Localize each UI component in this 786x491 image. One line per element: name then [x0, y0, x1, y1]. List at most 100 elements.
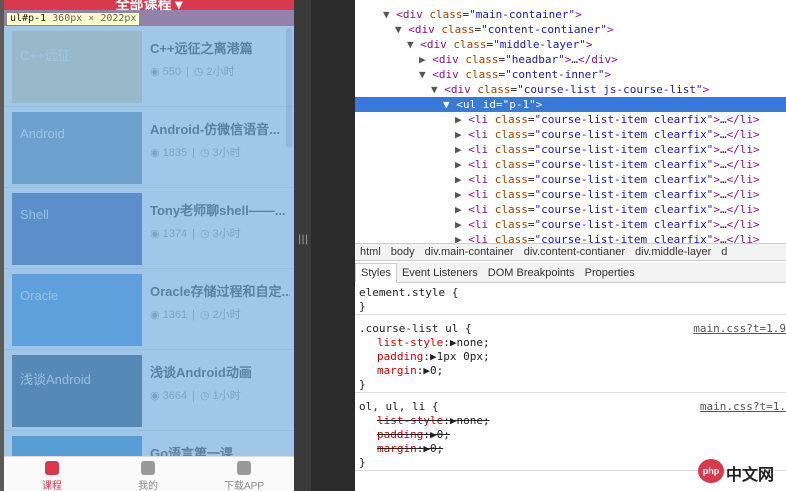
- course-title[interactable]: Android-仿微信语音...: [150, 119, 290, 138]
- css-property[interactable]: list-style:▶none;: [355, 414, 786, 428]
- dom-node[interactable]: ▼ <div class="content-contianer">: [355, 22, 786, 37]
- expanded-triangle-icon[interactable]: ▼: [431, 83, 444, 96]
- css-property-value[interactable]: 0;: [430, 442, 443, 455]
- css-property[interactable]: margin:▶0;: [355, 442, 786, 456]
- css-property[interactable]: padding:▶1px 0px;: [355, 350, 786, 364]
- expanded-triangle-icon[interactable]: ▼: [443, 98, 456, 111]
- clock-icon: ◷: [200, 228, 213, 240]
- dom-node[interactable]: ▶ <li class="course-list-item clearfix">…: [355, 202, 786, 217]
- css-selector[interactable]: ol, ul, li {: [359, 400, 438, 413]
- dom-node[interactable]: ▶ <li class="course-list-item clearfix">…: [355, 232, 786, 243]
- expand-triangle-icon[interactable]: ▶: [423, 364, 430, 377]
- expand-triangle-icon[interactable]: ▶: [430, 428, 437, 441]
- tab-styles[interactable]: Styles: [355, 263, 397, 283]
- css-source-link[interactable]: main.css?t=1.: [700, 400, 786, 414]
- course-thumbnail[interactable]: C++远征: [12, 31, 142, 103]
- css-selector[interactable]: element.style {: [359, 286, 458, 299]
- css-property-value[interactable]: 0;: [437, 428, 450, 441]
- book-icon: [45, 461, 59, 475]
- collapsed-triangle-icon[interactable]: ▶: [455, 203, 468, 216]
- tab-event-listeners[interactable]: Event Listeners: [397, 264, 483, 282]
- css-property-name[interactable]: padding: [377, 428, 423, 441]
- css-property-name[interactable]: margin: [377, 442, 417, 455]
- css-property-value[interactable]: none;: [456, 414, 489, 427]
- dom-node[interactable]: ▼ <div class="course-list js-course-list…: [355, 82, 786, 97]
- course-title[interactable]: Oracle存储过程和自定...: [150, 281, 290, 300]
- course-title[interactable]: C++远征之离港篇: [150, 38, 290, 57]
- user-icon: ◉: [150, 147, 163, 159]
- breadcrumb-item[interactable]: div.content-contianer: [519, 244, 630, 260]
- css-property-name[interactable]: list-style: [377, 414, 443, 427]
- collapsed-triangle-icon[interactable]: ▶: [455, 218, 468, 231]
- course-thumbnail[interactable]: Android: [12, 112, 142, 184]
- page-scrollbar[interactable]: [286, 28, 292, 148]
- course-item[interactable]: Android Android-仿微信语音... ◉ 1835 | ◷ 3小时: [4, 107, 294, 188]
- collapsed-triangle-icon[interactable]: ▶: [419, 53, 432, 66]
- css-property-value[interactable]: 1px 0px;: [437, 350, 490, 363]
- tab-mine[interactable]: 我的: [100, 457, 196, 491]
- dom-node[interactable]: ▶ <div class="headbar">…</div>: [355, 52, 786, 67]
- css-property-name[interactable]: margin: [377, 364, 417, 377]
- tab-download-app[interactable]: 下载APP: [196, 457, 292, 491]
- expanded-triangle-icon[interactable]: ▼: [419, 68, 432, 81]
- css-selector[interactable]: .course-list ul {: [359, 322, 472, 335]
- collapsed-triangle-icon[interactable]: ▶: [455, 128, 468, 141]
- course-title[interactable]: Tony老师聊shell——...: [150, 200, 290, 219]
- course-item[interactable]: Shell Tony老师聊shell——... ◉ 1374 | ◷ 3小时: [4, 188, 294, 269]
- dom-node-selected[interactable]: ▼ <ul id="p-1">: [355, 97, 786, 112]
- collapsed-triangle-icon[interactable]: ▶: [455, 143, 468, 156]
- dom-node[interactable]: ▶ <li class="course-list-item clearfix">…: [355, 127, 786, 142]
- css-property-value[interactable]: none;: [456, 336, 489, 349]
- collapsed-triangle-icon[interactable]: ▶: [455, 233, 468, 243]
- dom-node[interactable]: ▼ <div class="content-inner">: [355, 67, 786, 82]
- course-meta: ◉ 3664 | ◷ 1小时: [150, 387, 241, 403]
- css-property-name[interactable]: padding: [377, 350, 423, 363]
- dom-node[interactable]: ▶ <li class="course-list-item clearfix">…: [355, 112, 786, 127]
- course-item[interactable]: 浅谈Android 浅谈Android动画 ◉ 3664 | ◷ 1小时: [4, 350, 294, 431]
- dom-node[interactable]: ▶ <li class="course-list-item clearfix">…: [355, 157, 786, 172]
- css-property[interactable]: padding:▶0;: [355, 428, 786, 442]
- course-item[interactable]: Oracle Oracle存储过程和自定... ◉ 1361 | ◷ 2小时: [4, 269, 294, 350]
- expand-triangle-icon[interactable]: ▶: [423, 442, 430, 455]
- expand-triangle-icon[interactable]: ▶: [430, 350, 437, 363]
- css-property-name[interactable]: list-style: [377, 336, 443, 349]
- breadcrumb-item[interactable]: div.main-container: [420, 244, 519, 260]
- dom-node[interactable]: ▼ <div class="middle-layer">: [355, 37, 786, 52]
- dom-node[interactable]: ▶ <li class="course-list-item clearfix">…: [355, 217, 786, 232]
- dom-node[interactable]: ▼ <div class="main-container">: [355, 7, 786, 22]
- css-property-value[interactable]: 0;: [430, 364, 443, 377]
- download-icon: [237, 461, 251, 475]
- expanded-triangle-icon[interactable]: ▼: [383, 8, 396, 21]
- collapsed-triangle-icon[interactable]: ▶: [455, 158, 468, 171]
- css-property[interactable]: list-style:▶none;: [355, 336, 786, 350]
- collapsed-triangle-icon[interactable]: ▶: [455, 173, 468, 186]
- breadcrumb-item[interactable]: html: [355, 244, 386, 260]
- course-item[interactable]: C++远征 C++远征之离港篇 ◉ 550 | ◷ 2小时: [4, 26, 294, 107]
- css-source-link[interactable]: main.css?t=1.9: [693, 322, 786, 336]
- collapsed-triangle-icon[interactable]: ▶: [455, 113, 468, 126]
- course-thumbnail[interactable]: 浅谈Android: [12, 355, 142, 427]
- dom-node[interactable]: ▶ <li class="course-list-item clearfix">…: [355, 172, 786, 187]
- dom-node[interactable]: ▶ <li class="course-list-item clearfix">…: [355, 142, 786, 157]
- tab-properties[interactable]: Properties: [580, 264, 640, 282]
- expanded-triangle-icon[interactable]: ▼: [395, 23, 408, 36]
- breadcrumb-item[interactable]: d: [716, 244, 732, 260]
- collapsed-triangle-icon[interactable]: ▶: [455, 188, 468, 201]
- php-cn-logo: php 中文网: [698, 459, 780, 484]
- course-thumbnail[interactable]: Oracle: [12, 274, 142, 346]
- tab-courses[interactable]: 课程: [4, 457, 100, 491]
- tab-dom-breakpoints[interactable]: DOM Breakpoints: [483, 264, 580, 282]
- css-property[interactable]: margin:▶0;: [355, 364, 786, 378]
- course-title[interactable]: 浅谈Android动画: [150, 362, 290, 381]
- course-thumbnail[interactable]: Shell: [12, 193, 142, 265]
- dom-node-markup: <ul id="p-1">: [456, 98, 543, 111]
- logo-badge: php: [698, 459, 724, 483]
- dom-node[interactable]: ▶ <li class="course-list-item clearfix">…: [355, 187, 786, 202]
- breadcrumb-item[interactable]: div.middle-layer: [630, 244, 716, 260]
- dom-node-markup: <li class="course-list-item clearfix">…<…: [468, 173, 760, 186]
- logo-text: 中文网: [726, 467, 775, 484]
- splitter-grip-icon[interactable]: |||: [298, 234, 308, 246]
- meta-separator: |: [192, 390, 195, 402]
- breadcrumb-item[interactable]: body: [386, 244, 420, 260]
- expanded-triangle-icon[interactable]: ▼: [407, 38, 420, 51]
